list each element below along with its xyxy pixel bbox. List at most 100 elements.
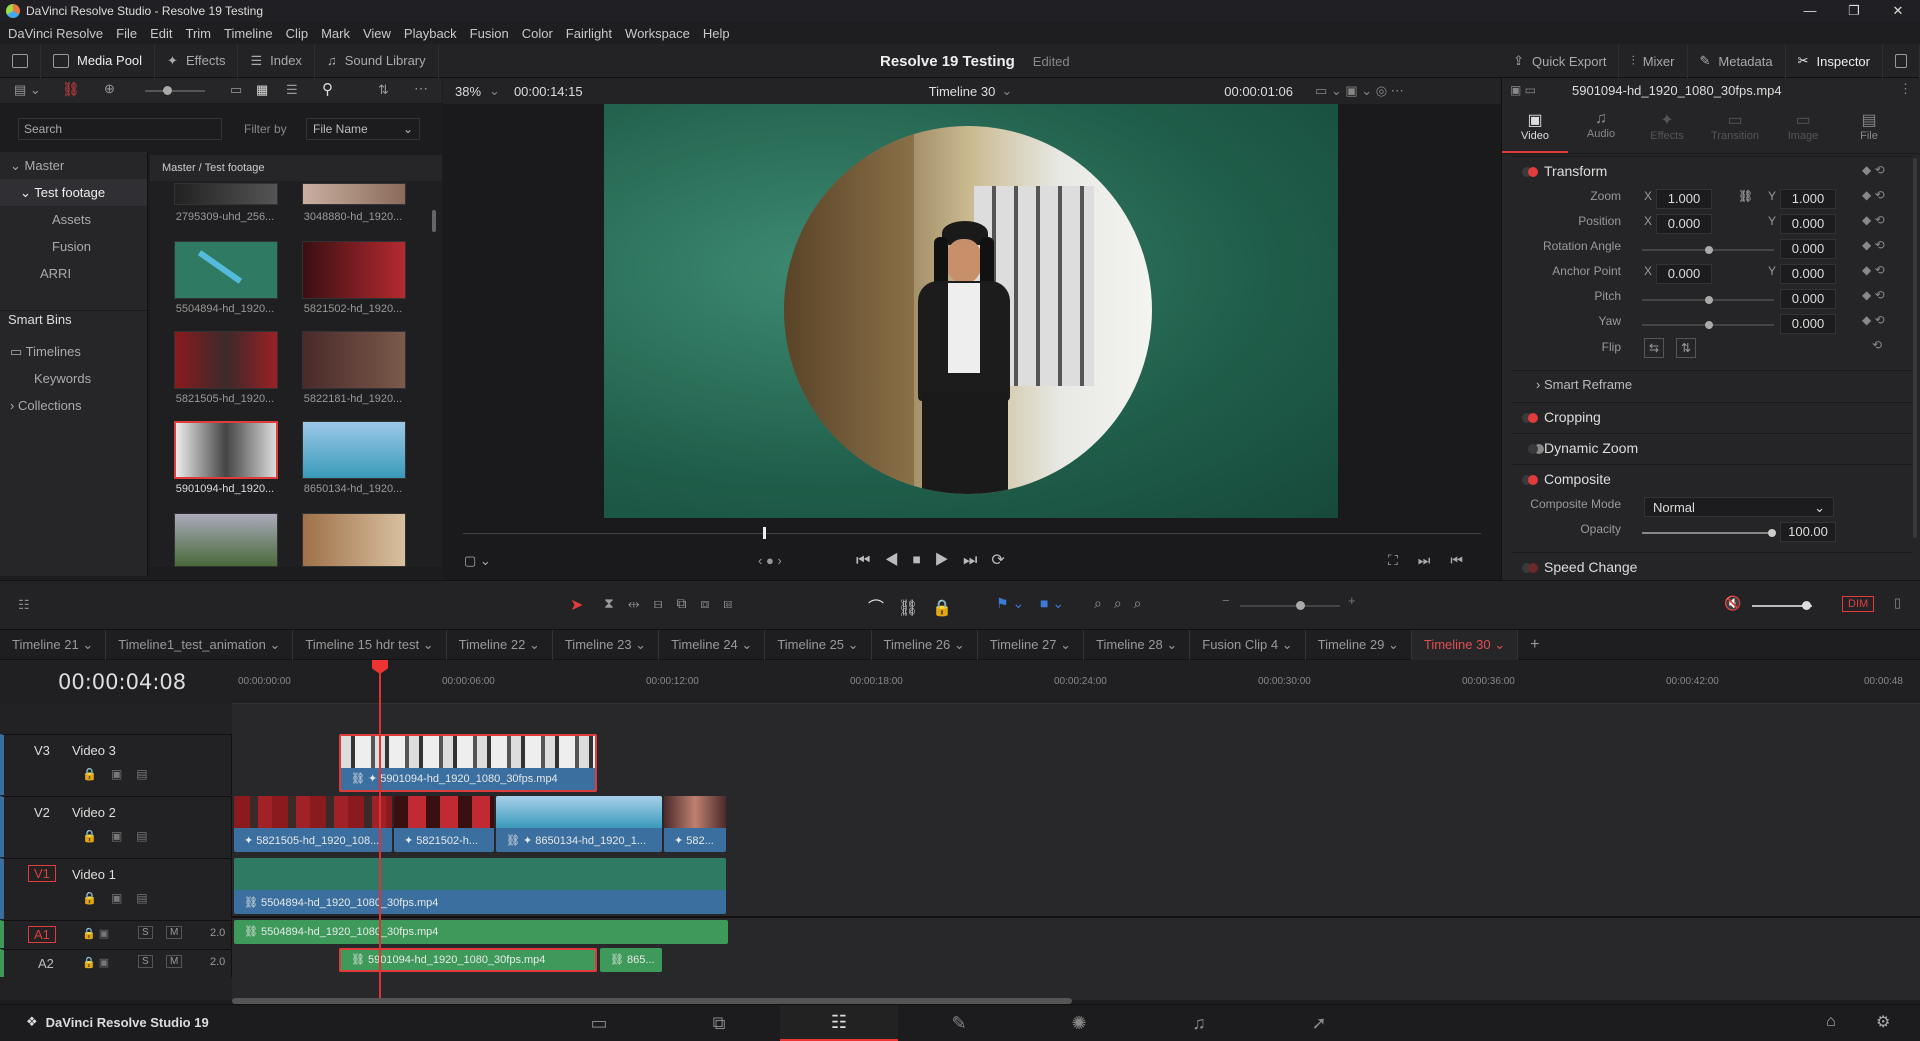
filter-select[interactable]: File Name ⌄ <box>306 118 420 140</box>
tab-fusion-clip-4[interactable]: Fusion Clip 4 ⌄ <box>1190 629 1306 660</box>
tab-timeline-30[interactable]: Timeline 30 ⌄ <box>1411 629 1519 660</box>
mute-button[interactable]: M <box>166 955 183 968</box>
viewer-options-icon[interactable]: ▭ ⌄ ▣ ⌄ ◎ ⋯ <box>1315 83 1404 99</box>
position-y-field[interactable]: 0.000 <box>1780 214 1836 234</box>
add-tab-button[interactable]: + <box>1518 630 1551 660</box>
menu-timeline[interactable]: Timeline <box>224 26 273 41</box>
yaw-field[interactable]: 0.000 <box>1780 314 1836 334</box>
media-search-input[interactable]: Search <box>18 118 222 140</box>
track-header-v2[interactable]: V2 Video 2 🔒▣▤ <box>0 796 232 857</box>
enable-toggle[interactable] <box>1528 563 1538 573</box>
menu-davinci[interactable]: DaVinci Resolve <box>8 26 103 41</box>
transport-controls[interactable]: ⏮◀⏹▶⏭⟳ <box>856 550 1019 570</box>
timeline-zoom-slider[interactable] <box>1240 605 1340 607</box>
tab-video[interactable]: ▣ Video <box>1502 104 1568 153</box>
edit-mode-tools[interactable]: ⧗⇹⊟⧉⧈⧆ <box>604 595 746 612</box>
clip-thumb-portrait[interactable] <box>302 513 406 567</box>
chevron-down-icon[interactable]: ⌄ <box>1001 83 1012 99</box>
zoom-mode-tools[interactable]: ⌕⌕⌕ <box>1094 595 1154 612</box>
selection-tool-icon[interactable]: ➤ <box>570 595 583 615</box>
viewer-scrubber[interactable] <box>463 533 1481 534</box>
menu-view[interactable]: View <box>363 26 391 41</box>
zoom-level[interactable]: 38% <box>455 84 481 99</box>
clip-thumb-2795309[interactable] <box>174 183 278 205</box>
sort-icon[interactable]: ⇅ <box>378 82 389 98</box>
track-controls-icon[interactable]: 🔒▣▤ <box>82 829 162 843</box>
clip-v2-8650134[interactable]: ⛓ ✦ 8650134-hd_1920_1... <box>496 796 662 852</box>
tab-timeline-29[interactable]: Timeline 29 ⌄ <box>1306 629 1412 660</box>
flip-vertical-icon[interactable]: ⇅ <box>1676 338 1696 358</box>
viewer-right-controls[interactable]: ⛶⏭⏮ <box>1388 552 1483 569</box>
bin-assets[interactable]: Assets <box>0 206 147 233</box>
menu-help[interactable]: Help <box>703 26 730 41</box>
tab-timeline-15-hdr[interactable]: Timeline 15 hdr test ⌄ <box>293 629 447 660</box>
index-button[interactable]: ☰ Index <box>238 43 315 78</box>
clip-thumb-5504894[interactable] <box>174 241 278 299</box>
enable-toggle[interactable] <box>1528 167 1538 177</box>
smart-bin-collections[interactable]: › Collections <box>10 398 82 413</box>
clip-thumb-5821502[interactable] <box>302 241 406 299</box>
tab-timeline-28[interactable]: Timeline 28 ⌄ <box>1084 629 1191 660</box>
track-controls-icon[interactable]: 🔒 ▣ <box>82 927 109 940</box>
page-deliver-icon[interactable]: ➚ <box>1260 1005 1378 1041</box>
opacity-slider[interactable] <box>1642 532 1774 534</box>
section-speed-change[interactable]: Speed Change <box>1512 552 1912 580</box>
tab-image[interactable]: ▭ Image <box>1770 104 1836 153</box>
zoom-y-field[interactable]: 1.000 <box>1780 189 1836 209</box>
mixer-button[interactable]: ⫶ Mixer <box>1619 44 1688 78</box>
tab-timeline-22[interactable]: Timeline 22 ⌄ <box>447 629 553 660</box>
home-icon[interactable]: ⌂ <box>1826 1013 1836 1031</box>
minimize-button[interactable]: — <box>1788 0 1832 22</box>
clip-v2-5821502[interactable]: ✦ 5821502-h... <box>394 796 494 852</box>
zoom-out-icon[interactable]: − <box>1222 593 1230 608</box>
enable-toggle[interactable] <box>1528 413 1538 423</box>
quick-export-button[interactable]: ⇪ Quick Export <box>1501 44 1620 78</box>
mute-icon[interactable]: 🔇 <box>1724 595 1741 612</box>
section-transform[interactable]: Transform <box>1512 156 1912 184</box>
menu-clip[interactable]: Clip <box>286 26 308 41</box>
mute-button[interactable]: M <box>166 926 183 939</box>
clip-v2-582[interactable]: ✦ 582... <box>664 796 726 852</box>
caption-icon[interactable]: ⊕ <box>104 81 115 97</box>
clip-a2-5901094[interactable]: ⛓ 5901094-hd_1920_1080_30fps.mp4 <box>339 948 597 972</box>
page-fusion-icon[interactable]: ✎ <box>900 1005 1018 1041</box>
solo-button[interactable]: S <box>138 926 153 939</box>
enable-toggle[interactable] <box>1528 475 1538 485</box>
link-icon[interactable]: ⛓ <box>62 81 80 98</box>
slider-handle[interactable] <box>1768 529 1776 537</box>
clip-a1-5504894[interactable]: ⛓ 5504894-hd_1920_1080_30fps.mp4 <box>234 920 728 944</box>
page-media-icon[interactable]: ▭ <box>540 1005 658 1041</box>
bin-test-footage[interactable]: ⌄ Test footage <box>0 179 147 206</box>
slider-handle[interactable] <box>1705 321 1713 329</box>
maximize-button[interactable]: ❐ <box>1832 0 1876 22</box>
sound-library-button[interactable]: ♫ Sound Library <box>315 43 439 78</box>
snap-link-lock-tools[interactable]: ⌒⛓🔒 <box>868 594 966 618</box>
bin-master[interactable]: ⌄ Master <box>0 152 147 179</box>
chevron-down-icon[interactable]: ⌄ <box>489 83 500 99</box>
menu-color[interactable]: Color <box>522 26 553 41</box>
bin-arri[interactable]: ARRI <box>0 260 147 287</box>
page-edit-icon[interactable]: ☷ <box>780 1005 898 1041</box>
clip-thumb-5821505[interactable] <box>174 331 278 389</box>
bin-fusion[interactable]: Fusion <box>0 233 147 260</box>
menu-workspace[interactable]: Workspace <box>625 26 690 41</box>
zoom-in-icon[interactable]: + <box>1348 593 1356 608</box>
tab-timeline-25[interactable]: Timeline 25 ⌄ <box>765 629 872 660</box>
timeline-name[interactable]: Timeline 30 <box>929 84 996 99</box>
track-id[interactable]: V1 <box>28 865 56 882</box>
section-composite[interactable]: Composite <box>1512 464 1912 492</box>
track-header-a1[interactable]: A1 🔒 ▣ S M 2.0 <box>0 920 232 948</box>
track-controls-icon[interactable]: 🔒▣▤ <box>82 767 162 781</box>
clip-thumb-5901094[interactable] <box>174 421 278 479</box>
tab-timeline-23[interactable]: Timeline 23 ⌄ <box>553 629 660 660</box>
tab-file[interactable]: ▤ File <box>1836 104 1902 153</box>
track-controls-icon[interactable]: 🔒 ▣ <box>82 956 109 969</box>
track-header-v1[interactable]: V1 Video 1 🔒▣▤ <box>0 858 232 919</box>
slider-handle[interactable] <box>1296 601 1305 610</box>
timeline-tracks-area[interactable]: ⛓ ✦ 5901094-hd_1920_1080_30fps.mp4 ✦ 582… <box>232 704 1920 1000</box>
section-smart-reframe[interactable]: › Smart Reframe <box>1512 370 1912 398</box>
slider-handle[interactable] <box>1705 246 1713 254</box>
zoom-x-field[interactable]: 1.000 <box>1656 189 1712 209</box>
tab-timeline-21[interactable]: Timeline 21 ⌄ <box>0 629 107 660</box>
flip-horizontal-icon[interactable]: ⇆ <box>1644 338 1664 358</box>
